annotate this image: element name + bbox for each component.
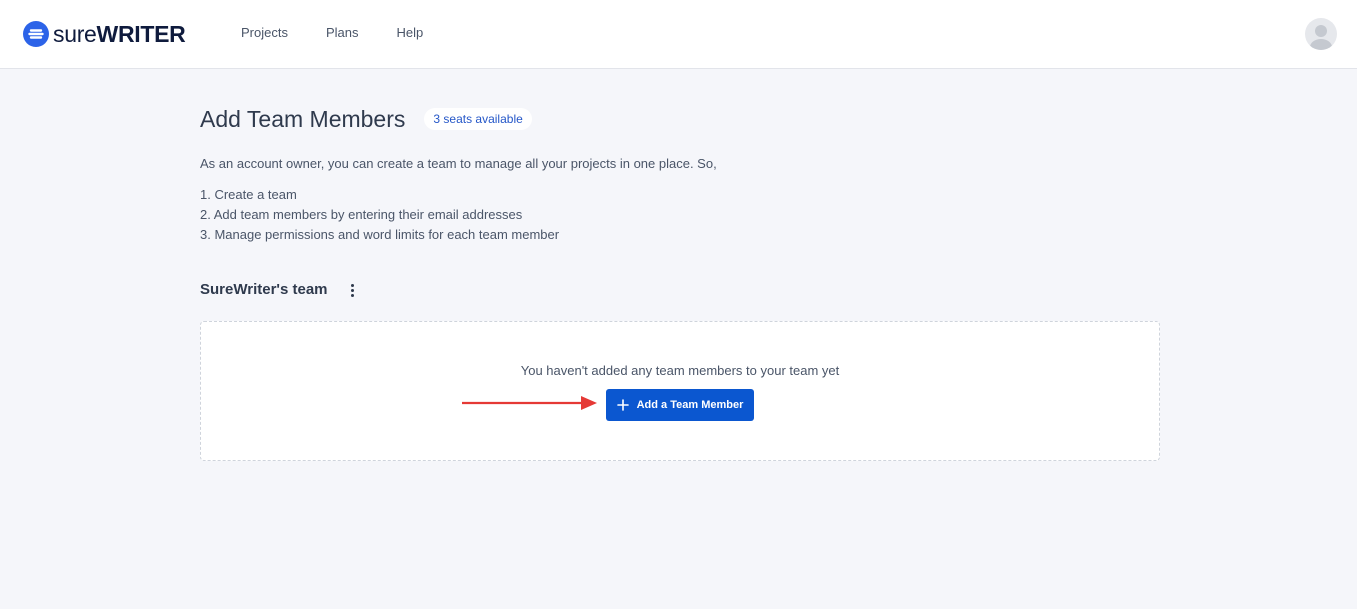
step-item: 1. Create a team bbox=[200, 187, 297, 202]
user-avatar[interactable] bbox=[1305, 18, 1337, 50]
user-avatar-icon bbox=[1310, 25, 1332, 50]
nav-plans[interactable]: Plans bbox=[326, 24, 359, 42]
logo-wordmark: sureWRITER bbox=[53, 21, 186, 47]
kebab-menu-icon[interactable] bbox=[346, 281, 360, 299]
intro-text: As an account owner, you can create a te… bbox=[200, 156, 717, 171]
surewriter-logo-icon bbox=[23, 21, 49, 47]
plus-icon bbox=[616, 399, 629, 411]
step-item: 2. Add team members by entering their em… bbox=[200, 207, 523, 222]
add-team-member-label: Add a Team Member bbox=[636, 399, 744, 411]
nav-help[interactable]: Help bbox=[397, 24, 424, 42]
title-row: Add Team Members 3 seats available bbox=[200, 105, 532, 133]
team-header: SureWriter's team bbox=[200, 280, 360, 300]
logo-suffix: WRITER bbox=[96, 21, 186, 47]
step-item: 3. Manage permissions and word limits fo… bbox=[200, 227, 560, 242]
top-navigation-bar: sureWRITER Projects Plans Help bbox=[0, 0, 1357, 69]
empty-state-message: You haven't added any team members to yo… bbox=[520, 363, 840, 378]
nav-projects[interactable]: Projects bbox=[241, 24, 288, 42]
main-nav: Projects Plans Help bbox=[241, 24, 423, 42]
seats-available-badge: 3 seats available bbox=[424, 108, 532, 130]
steps-list: 1. Create a team 2. Add team members by … bbox=[200, 185, 559, 245]
team-members-panel: You haven't added any team members to yo… bbox=[200, 321, 1160, 461]
page-title: Add Team Members bbox=[200, 106, 406, 132]
annotation-arrow-icon bbox=[462, 396, 597, 410]
logo-prefix: sure bbox=[53, 21, 97, 47]
surewriter-logo[interactable]: sureWRITER bbox=[23, 20, 186, 48]
team-name: SureWriter's team bbox=[200, 281, 328, 298]
add-team-member-button[interactable]: Add a Team Member bbox=[606, 389, 754, 421]
